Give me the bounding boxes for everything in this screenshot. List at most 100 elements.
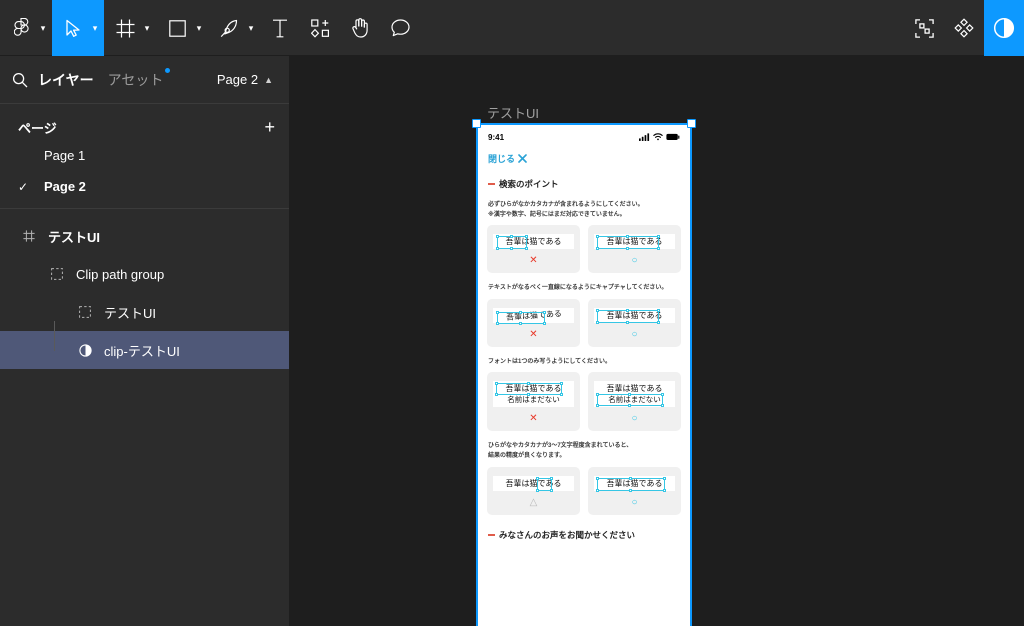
text-sample: 吾輩は猫である 名前はまだない [493,381,574,408]
section-description: テキストがなるべく一直線になるようにキャプチャしてください。 [488,285,668,292]
example-card-ng[interactable]: 吾輩は猫である ✕ [487,225,580,274]
example-card-ng[interactable]: 吾輩は猫である 名前はまだない ✕ [487,372,580,432]
card-row: 吾輩は猫である △ 吾輩は猫である ○ [478,462,690,515]
status-bar-indicators [639,133,680,141]
example-card-ok[interactable]: 吾輩は猫である ○ [588,466,681,515]
verdict-badge: ○ [631,255,638,267]
example-card-ng[interactable]: 吾輩は猫である ✕ [487,298,580,347]
section-description: フォントは1つのみ写うようにしてください。 [488,358,611,365]
mobile-artboard[interactable]: 9:41 閉じる 検索のポイント 必ずひらがなかカタカナが含まれるようにしてくだ… [472,119,696,626]
sample-text-line: 吾輩は猫である [505,478,562,488]
layer-label: テストUI [48,229,101,245]
example-card-ok[interactable]: 吾輩は猫である ○ [588,225,681,274]
sidebar-header: レイヤー アセット Page 2 ▲ [0,56,289,104]
verdict-badge: ✕ [529,328,538,340]
figma-menu-button[interactable]: ▾ [0,0,52,56]
plugins-button[interactable] [944,0,984,56]
check-icon: ✓ [18,179,29,194]
tab-layers[interactable]: レイヤー [38,70,94,90]
status-bar: 9:41 [478,128,690,146]
page-item-2[interactable]: ✓ Page 2 [0,171,289,202]
components-tool-button[interactable] [300,0,340,56]
text-tool-icon [272,19,288,38]
sample-text-line: 吾輩は猫である [606,310,663,320]
status-bar-time: 9:41 [488,132,505,142]
chevron-down-icon: ▾ [144,22,150,33]
sample-text-line: 吾輩は猫である [606,384,663,394]
sample-text-line-2: 名前はまだない [608,395,661,405]
group-icon [46,268,68,280]
chevron-up-icon: ▲ [264,74,273,85]
comment-tool-button[interactable] [380,0,420,56]
toolbar-right-tools [904,0,1024,56]
chevron-down-icon: ▾ [92,22,98,33]
close-button[interactable]: 閉じる [478,146,690,165]
layer-row-test-ui-frame[interactable]: テストUI [0,217,289,255]
appearance-icon [993,17,1015,39]
example-card-warn[interactable]: 吾輩は猫である △ [487,466,580,515]
hand-tool-button[interactable] [340,0,380,56]
example-card-ok[interactable]: 吾輩は猫である ○ [588,298,681,347]
close-icon [518,154,527,163]
layer-row-clip-test-ui[interactable]: clip-テストUI [0,321,289,369]
layer-row-clip-path-group[interactable]: Clip path group [0,255,289,293]
card-row: 吾輩は猫である ✕ 吾輩は猫である ○ [478,220,690,274]
card-row: 吾輩は猫である 名前はまだない ✕ 吾輩は猫である 名前はまだない ○ [478,367,690,432]
layer-label: Clip path group [76,266,165,282]
selection-handle-top-right[interactable] [687,119,696,128]
tab-assets[interactable]: アセット [108,67,171,90]
card-row: 吾輩は猫である ✕ 吾輩は猫である ○ [478,294,690,347]
frame-tool-icon [112,19,138,38]
toolbar-left-tools: ▾ ▾ ▾ ▾ ▾ [0,0,420,56]
search-icon[interactable] [12,72,38,88]
section-dash-icon [488,533,495,536]
page-item-2-label: Page 2 [44,179,86,194]
page-selector-label: Page 2 [216,72,259,87]
sample-text-line-2: 名前はまだない [507,395,560,405]
layer-label: clip-テストUI [104,343,180,359]
section-description: 必ずひらがなかカタカナが含まれるようにしてください。 ※漢字や数字、記号にはまだ… [488,202,644,218]
text-sample: 吾輩は猫である [594,234,675,251]
tree-guide-line [54,321,55,351]
section-description: ひらがなやカタカナが3〜7文字程度含まれていると、 結果の精度が良くなります。 [488,443,633,459]
shape-tool-icon [164,19,190,37]
layer-row-test-ui-group[interactable]: テストUI [0,293,289,331]
appearance-button[interactable] [984,0,1024,56]
layers-tree: テストUI Clip path group テストUI clip-テストUI [0,209,289,369]
sample-text-line: 吾輩は猫である [505,237,562,247]
figma-logo-icon [8,17,34,39]
components-tool-icon [310,18,330,38]
page-selector[interactable]: Page 2 ▲ [217,72,277,87]
text-tool-button[interactable] [260,0,300,56]
layer-label: テストUI [104,305,157,321]
chevron-down-icon: ▾ [196,22,202,33]
text-sample: 吾輩は猫である [493,475,574,492]
page-item-1[interactable]: Page 1 [0,140,289,171]
section-heading: 検索のポイント [478,165,690,190]
text-sample: 吾輩は猫である 名前はまだない [594,381,675,408]
group-icon [74,306,96,318]
move-tool-button[interactable]: ▾ [52,0,104,56]
frame-title-label[interactable]: テストUI [487,103,539,122]
selection-handle-top-left[interactable] [472,119,481,128]
sample-text-line: 吾輩は猫である [505,308,562,322]
verdict-badge: ✕ [529,413,538,425]
boolean-icon [74,343,96,357]
chevron-down-icon: ▾ [248,22,254,33]
figma-app-window: ▾ ▾ ▾ ▾ ▾ レイヤー アセット Page 2 ▲ ページ + Page … [0,0,1024,626]
dev-mode-button[interactable] [904,0,944,56]
pen-tool-button[interactable]: ▾ [208,0,260,56]
frame-icon [18,230,40,242]
add-page-button[interactable]: + [264,118,275,136]
example-card-ok[interactable]: 吾輩は猫である 名前はまだない ○ [588,372,681,432]
wifi-icon [653,133,663,141]
chevron-down-icon: ▾ [40,22,46,33]
close-button-label: 閉じる [488,154,516,164]
frame-tool-button[interactable]: ▾ [104,0,156,56]
sample-text-line: 吾輩は猫である [606,478,663,488]
top-toolbar: ▾ ▾ ▾ ▾ ▾ [0,0,1024,56]
shape-tool-button[interactable]: ▾ [156,0,208,56]
left-sidebar: レイヤー アセット Page 2 ▲ ページ + Page 1 ✓ Page 2 [0,56,290,626]
design-canvas[interactable]: テストUI 9:41 閉じる 検索のポイント 必ずひらがなかカタカナが含まれるよ… [290,56,1024,626]
pages-section-header: ページ + [0,114,289,140]
